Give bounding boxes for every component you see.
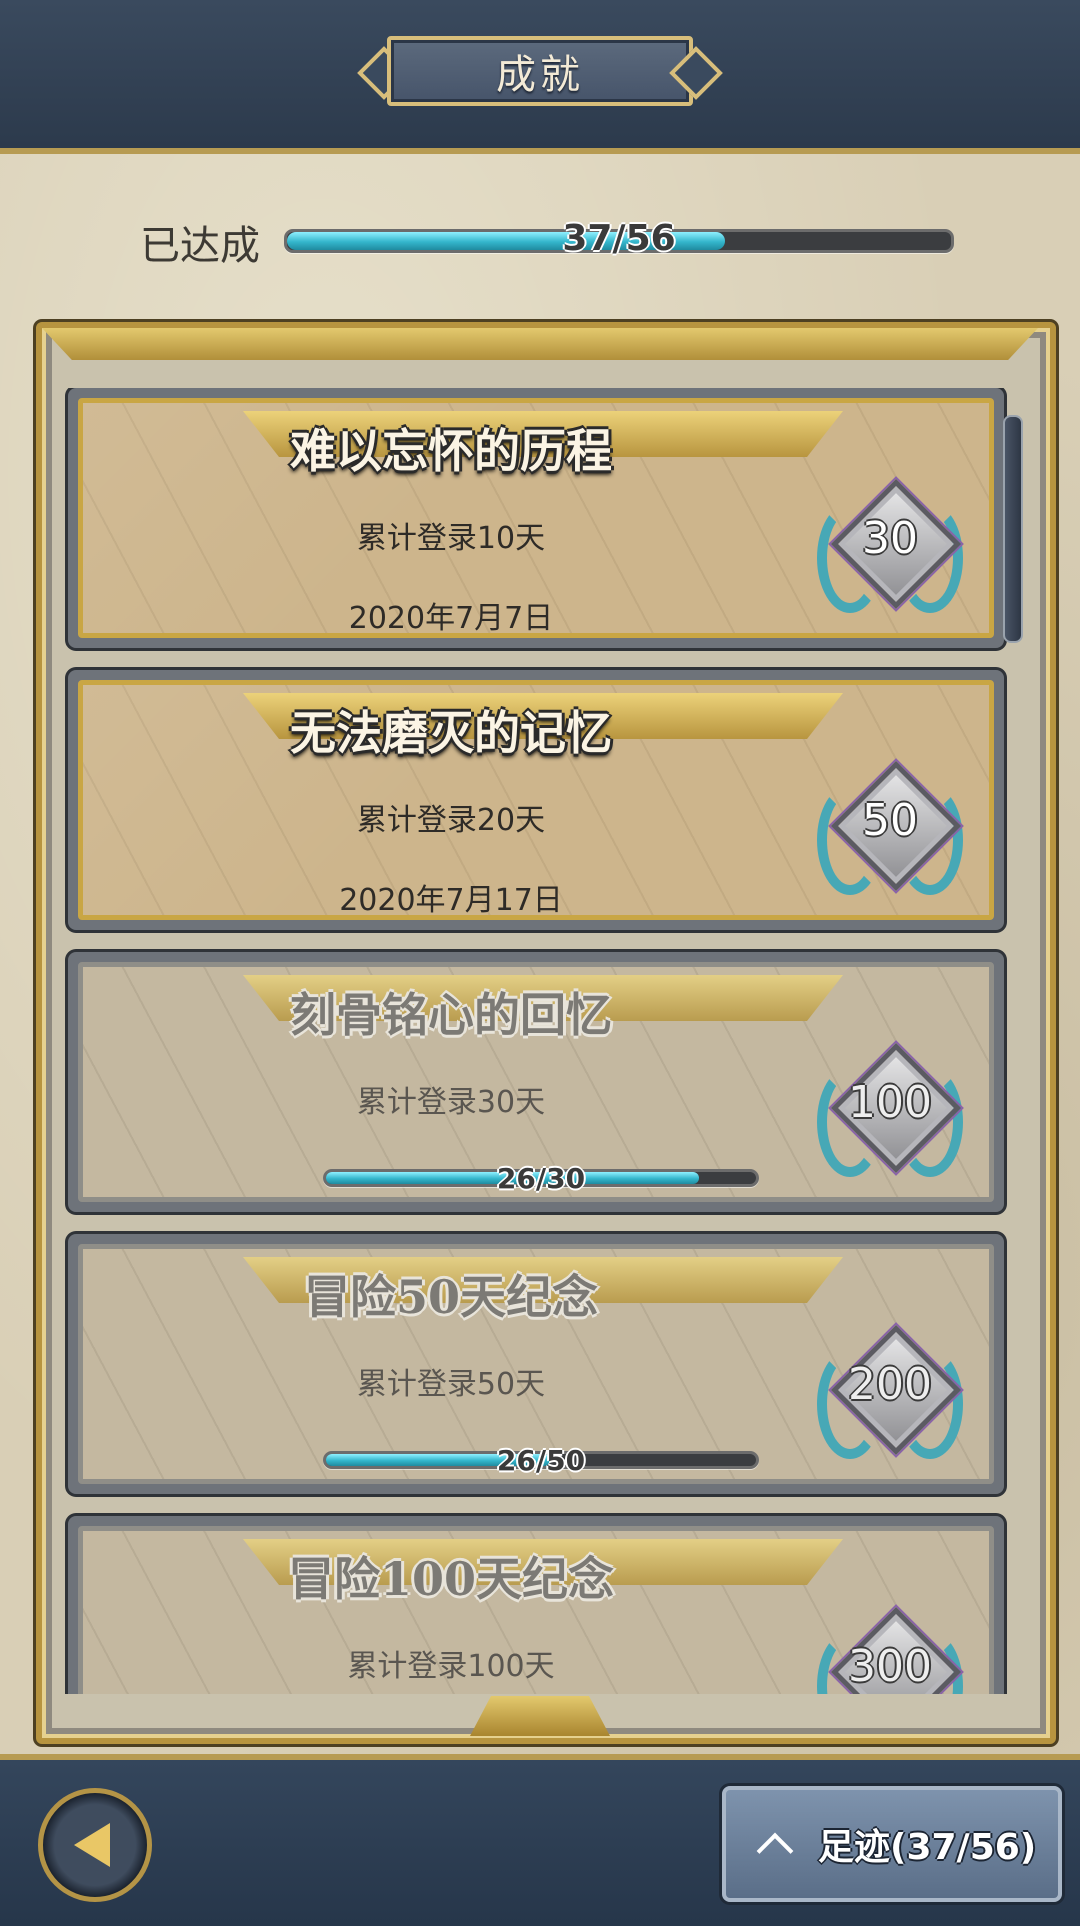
card-panel: 冒险50天纪念 累计登录50天 26/50 200 bbox=[78, 1244, 994, 1484]
achievement-progress-text: 26/30 bbox=[496, 1162, 586, 1195]
reward-value: 100 bbox=[848, 1077, 932, 1128]
achievement-title: 冒险100天纪念 bbox=[287, 1552, 615, 1606]
card-panel: 难以忘怀的历程 累计登录10天 2020年7月7日 30 bbox=[78, 398, 994, 638]
achievement-card[interactable]: 冒险50天纪念 累计登录50天 26/50 200 bbox=[68, 1234, 1004, 1494]
back-arrow-icon bbox=[74, 1823, 110, 1867]
chevron-up-icon bbox=[756, 1832, 794, 1870]
achievement-date: 2020年7月7日 bbox=[348, 601, 554, 636]
achievement-description: 累计登录10天 bbox=[356, 521, 546, 556]
achievement-description: 累计登录20天 bbox=[356, 803, 546, 838]
card-panel: 冒险100天纪念 累计登录100天 300 bbox=[78, 1526, 994, 1694]
reward-value: 30 bbox=[862, 513, 918, 564]
overall-progress-bar: 37/56 bbox=[284, 218, 954, 259]
frame-top-ornament bbox=[42, 328, 1038, 360]
laurel-diamond-badge-icon: 50 bbox=[815, 755, 965, 895]
overall-progress-label: 已达成 bbox=[140, 223, 260, 269]
back-button[interactable] bbox=[38, 1788, 152, 1902]
frame-bottom-ornament bbox=[470, 1696, 610, 1736]
footprint-button[interactable]: 足迹(37/56) bbox=[722, 1786, 1062, 1902]
achievement-description: 累计登录30天 bbox=[356, 1085, 546, 1120]
top-bar: 成就 bbox=[0, 0, 1080, 154]
achievement-card[interactable]: 冒险100天纪念 累计登录100天 300 bbox=[68, 1516, 1004, 1694]
laurel-diamond-badge-icon: 30 bbox=[815, 473, 965, 613]
laurel-diamond-badge-icon: 200 bbox=[815, 1319, 965, 1459]
achievement-progress-bar: 26/50 bbox=[323, 1444, 759, 1477]
achievement-progress-bar: 26/30 bbox=[323, 1162, 759, 1195]
reward-value: 50 bbox=[862, 795, 918, 846]
reward-value: 200 bbox=[848, 1359, 932, 1410]
title-plate: 成就 bbox=[355, 30, 725, 112]
achievement-list[interactable]: 难以忘怀的历程 累计登录10天 2020年7月7日 30 无法磨灭的记忆 累计登… bbox=[62, 388, 1014, 1694]
card-panel: 无法磨灭的记忆 累计登录20天 2020年7月17日 50 bbox=[78, 680, 994, 920]
footprint-label: 足迹(37/56) bbox=[818, 1827, 1037, 1868]
laurel-diamond-badge-icon: 300 bbox=[815, 1601, 965, 1694]
achievement-progress-text: 26/50 bbox=[496, 1444, 586, 1477]
achievement-description: 累计登录100天 bbox=[347, 1649, 555, 1684]
achievement-card[interactable]: 无法磨灭的记忆 累计登录20天 2020年7月17日 50 bbox=[68, 670, 1004, 930]
achievement-title: 无法磨灭的记忆 bbox=[290, 706, 612, 760]
achievement-title: 难以忘怀的历程 bbox=[290, 424, 612, 478]
achievement-date: 2020年7月17日 bbox=[339, 883, 563, 918]
laurel-diamond-badge-icon: 100 bbox=[815, 1037, 965, 1177]
achievement-title: 冒险50天纪念 bbox=[303, 1270, 598, 1324]
overall-progress-text: 37/56 bbox=[562, 218, 676, 259]
achievement-description: 累计登录50天 bbox=[356, 1367, 546, 1402]
list-scrollbar[interactable] bbox=[1003, 415, 1023, 643]
card-panel: 刻骨铭心的回忆 累计登录30天 26/30 100 bbox=[78, 962, 994, 1202]
achievement-title: 刻骨铭心的回忆 bbox=[290, 988, 612, 1042]
achievement-card[interactable]: 刻骨铭心的回忆 累计登录30天 26/30 100 bbox=[68, 952, 1004, 1212]
reward-value: 300 bbox=[848, 1641, 932, 1692]
page-title: 成就 bbox=[496, 52, 584, 98]
achievement-card[interactable]: 难以忘怀的历程 累计登录10天 2020年7月7日 30 bbox=[68, 388, 1004, 648]
